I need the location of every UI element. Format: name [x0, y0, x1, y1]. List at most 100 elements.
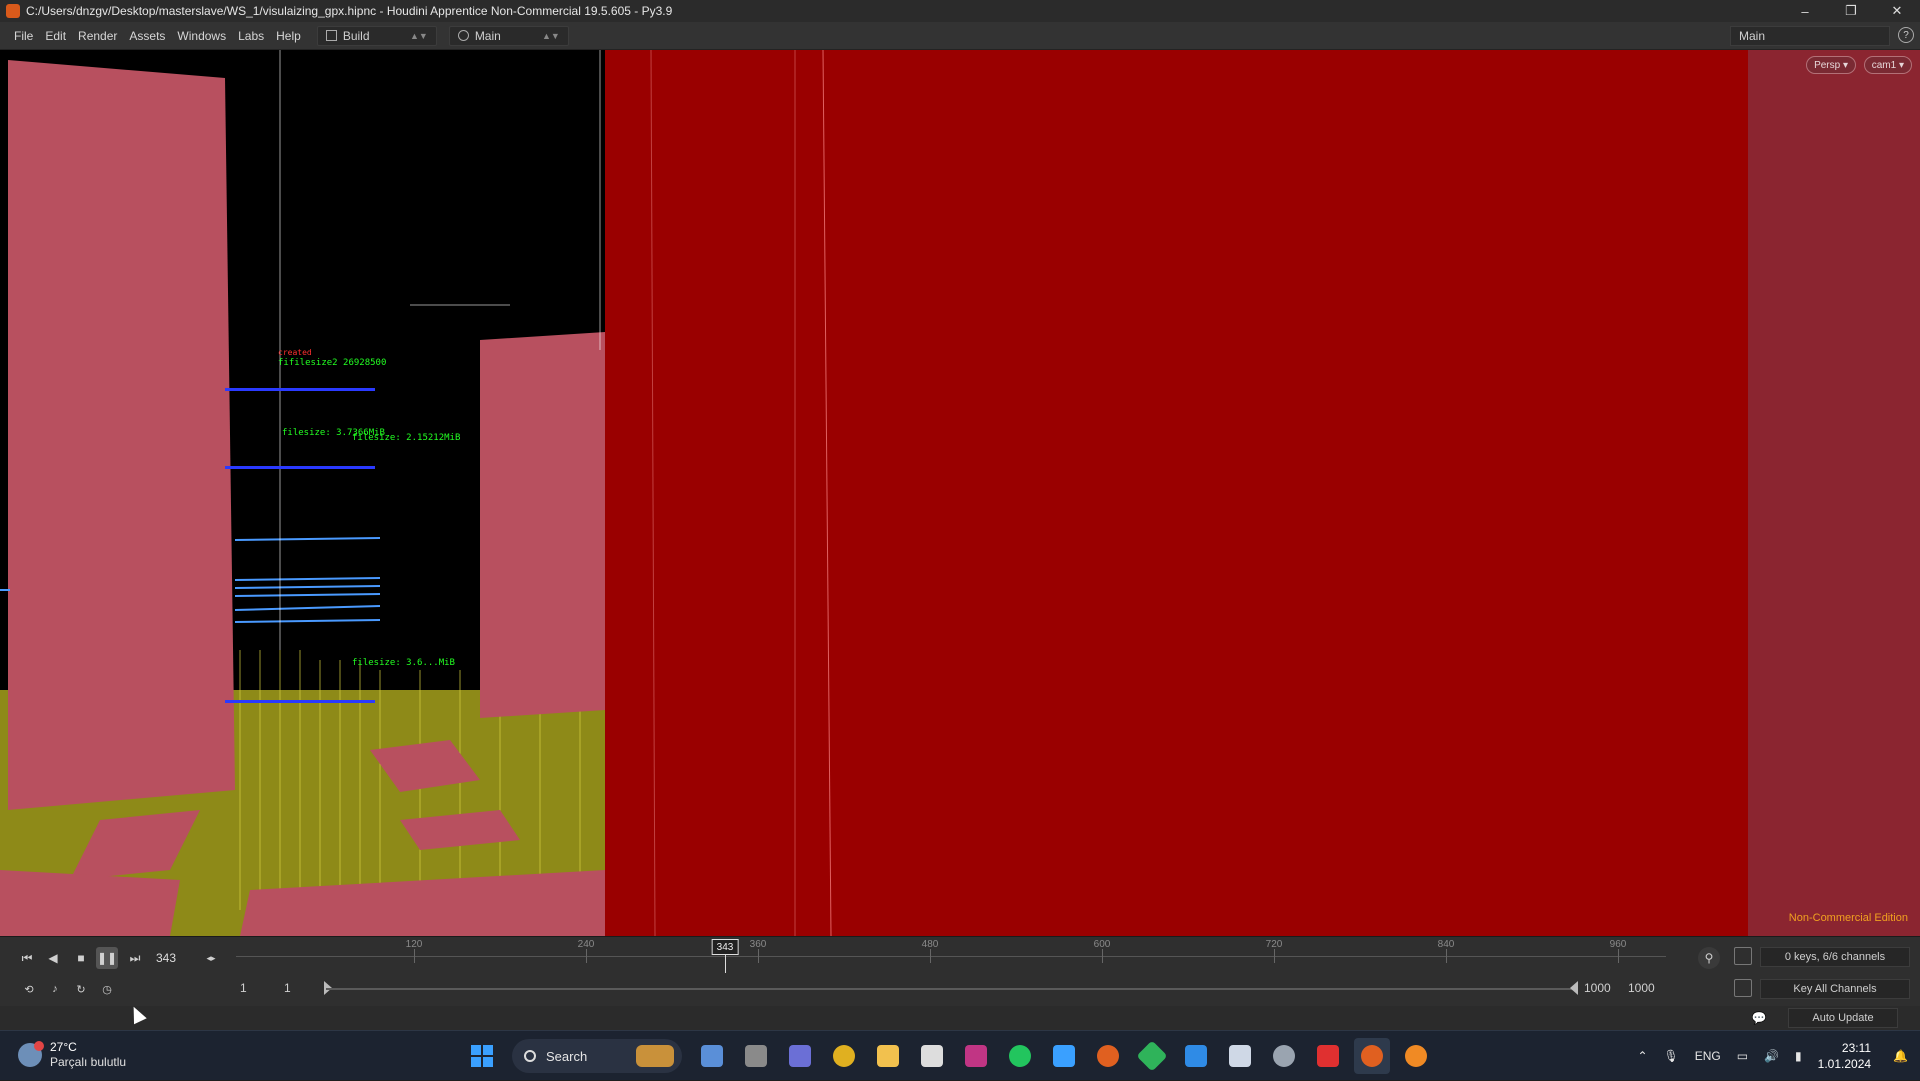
chevron-up-icon[interactable]: ⌃	[1637, 1049, 1647, 1063]
taskbar-search[interactable]: Search	[512, 1039, 682, 1073]
battery-icon[interactable]: ▮	[1795, 1049, 1802, 1063]
close-button[interactable]: ✕	[1874, 0, 1920, 22]
play-reverse-icon[interactable]: ◀	[42, 947, 64, 969]
chat-bubble-icon[interactable]: 💬	[1748, 1007, 1770, 1029]
menu-help[interactable]: Help	[270, 29, 307, 43]
clock-date: 1.01.2024	[1817, 1057, 1872, 1071]
range-end-field[interactable]: 1000	[1628, 981, 1655, 995]
pause-icon[interactable]: ❚❚	[96, 947, 118, 969]
acrobat-app-icon[interactable]	[1310, 1038, 1346, 1074]
window-controls: – ❐ ✕	[1782, 0, 1920, 22]
widgets-app-icon[interactable]	[694, 1038, 730, 1074]
vscode-app-icon[interactable]	[1178, 1038, 1214, 1074]
annotation-filesize-1: fifilesize2 26928500	[278, 358, 386, 368]
minimize-button[interactable]: –	[1782, 0, 1828, 22]
taskbar-apps: Search	[460, 1038, 1438, 1074]
weather-condition: Parçalı bulutlu	[50, 1055, 127, 1069]
instagram-app-icon[interactable]	[958, 1038, 994, 1074]
windows-logo-icon	[471, 1045, 493, 1067]
red-panel-lines	[650, 50, 832, 936]
realtime-toggle-icon[interactable]: ⟲	[18, 978, 40, 1000]
clock-icon[interactable]: ◷	[96, 978, 118, 1000]
main-shelf-select[interactable]: Main ▲▼	[448, 25, 569, 46]
help-icon[interactable]: ?	[1898, 27, 1914, 43]
keys-channels-select[interactable]: 0 keys, 6/6 channels	[1760, 947, 1910, 967]
git-app-icon[interactable]	[1134, 1038, 1170, 1074]
windows-taskbar: 27°C Parçalı bulutlu Search ⌃ 🎙 ENG ▭ 🔊 …	[0, 1030, 1920, 1080]
menu-file[interactable]: File	[8, 29, 39, 43]
notepad-app-icon[interactable]	[1046, 1038, 1082, 1074]
status-bar: 💬 Auto Update	[0, 1006, 1920, 1030]
range-end-handle[interactable]	[1570, 981, 1578, 995]
blender-app-icon[interactable]	[1398, 1038, 1434, 1074]
chrome-app-icon[interactable]	[826, 1038, 862, 1074]
volume-icon[interactable]: 🔊	[1764, 1049, 1779, 1063]
houdini-app-icon[interactable]	[1354, 1038, 1390, 1074]
scene-viewport[interactable]: created fifilesize2 26928500 filesize: 3…	[0, 50, 1920, 936]
build-desktop-select[interactable]: Build ▲▼	[316, 25, 437, 46]
notification-bell-icon[interactable]: 🔔	[1893, 1049, 1908, 1063]
menu-render[interactable]: Render	[72, 29, 123, 43]
houdini-app-icon	[6, 4, 20, 18]
ruler-tick	[1618, 949, 1619, 963]
menu-windows[interactable]: Windows	[171, 29, 232, 43]
menu-labs[interactable]: Labs	[232, 29, 270, 43]
menu-assets[interactable]: Assets	[123, 29, 171, 43]
audio-icon[interactable]: ♪	[44, 978, 66, 1000]
key-icon[interactable]: ⚲	[1698, 947, 1720, 969]
floor-tile	[0, 870, 180, 936]
system-tray: ⌃ 🎙 ENG ▭ 🔊 ▮ 23:11 1.01.2024 🔔	[1629, 1031, 1920, 1081]
network-icon[interactable]: ▭	[1737, 1049, 1748, 1063]
xbox-app-icon[interactable]	[1002, 1038, 1038, 1074]
weather-widget[interactable]: 27°C Parçalı bulutlu	[18, 1040, 126, 1070]
settings-app-icon[interactable]	[1266, 1038, 1302, 1074]
maximize-button[interactable]: ❐	[1828, 0, 1874, 22]
main-desktop-select[interactable]: Main	[1730, 26, 1890, 46]
scene-geometry: created fifilesize2 26928500 filesize: 3…	[0, 50, 605, 936]
channel-list-icon[interactable]	[1734, 947, 1752, 965]
language-indicator[interactable]: ENG	[1695, 1049, 1721, 1063]
camera-menu-button[interactable]: cam1 ▾	[1863, 56, 1912, 74]
inkscape-app-icon[interactable]	[914, 1038, 950, 1074]
weather-icon	[18, 1041, 44, 1067]
red-panel	[605, 50, 1750, 936]
xampp-app-icon[interactable]	[1222, 1038, 1258, 1074]
start-button[interactable]	[464, 1038, 500, 1074]
frame-range-row: ⟲ ♪ ↻ ◷ 1 1 1000 1000 Key All Channels	[0, 975, 1920, 1003]
menu-edit[interactable]: Edit	[39, 29, 72, 43]
playbar: ⏮ ◀ ■ ❚❚ ⏭ 343 ◂▸ 120 240 360 480 600 72…	[0, 936, 1920, 1006]
loop-icon[interactable]: ↻	[70, 978, 92, 1000]
auto-update-select[interactable]: Auto Update	[1788, 1008, 1898, 1028]
current-frame-marker[interactable]: 343	[711, 939, 739, 955]
key-all-channels-select[interactable]: Key All Channels	[1760, 979, 1910, 999]
layout-icon	[325, 30, 337, 41]
stop-icon[interactable]: ■	[70, 947, 92, 969]
timeline-ruler[interactable]: 120 240 360 480 600 720 840 960 343	[236, 937, 1666, 973]
range-slider-track[interactable]	[326, 988, 1576, 990]
range-start-field[interactable]: 1	[240, 981, 247, 995]
jump-start-icon[interactable]: ⏮	[16, 947, 38, 969]
folder-app-icon[interactable]	[870, 1038, 906, 1074]
persp-menu-button[interactable]: Persp ▾	[1806, 56, 1856, 74]
search-icon	[524, 1050, 536, 1062]
playback-end-field[interactable]: 1000	[1584, 981, 1611, 995]
key-set-icon[interactable]	[1734, 979, 1752, 997]
playback-start-field[interactable]: 1	[284, 981, 291, 995]
search-label: Search	[546, 1048, 588, 1064]
current-frame-field[interactable]: 343	[152, 948, 202, 968]
build-desktop-label: Build	[342, 28, 370, 43]
file-explorer-dark-app-icon[interactable]	[738, 1038, 774, 1074]
jump-end-icon[interactable]: ⏭	[124, 947, 146, 969]
shelf-icon	[457, 30, 469, 41]
ruler-baseline	[236, 956, 1666, 957]
teams-app-icon[interactable]	[782, 1038, 818, 1074]
annotation-red: created	[278, 348, 312, 357]
step-frame-icon[interactable]: ◂▸	[200, 947, 222, 969]
clock[interactable]: 23:11 1.01.2024	[1818, 1040, 1871, 1072]
microphone-icon[interactable]: 🎙	[1664, 1049, 1679, 1063]
viewport-right-strip	[1748, 50, 1920, 936]
pink-wall-right	[480, 332, 605, 718]
houdini-launcher-app-icon[interactable]	[1090, 1038, 1126, 1074]
main-desktop-label: Main	[1739, 29, 1766, 43]
ruler-tick	[1274, 949, 1275, 963]
